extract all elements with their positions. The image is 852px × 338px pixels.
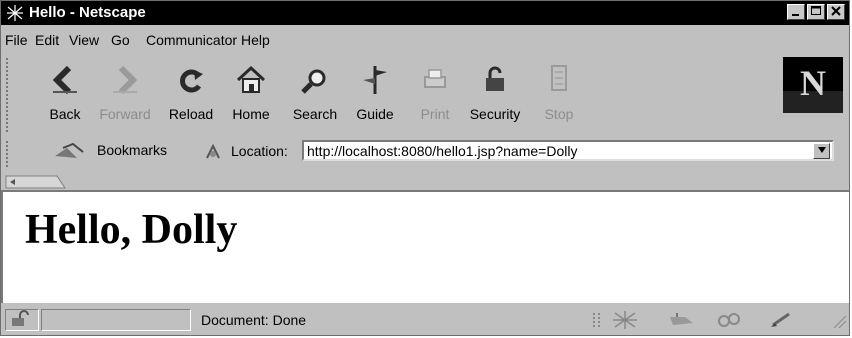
netscape-n-icon: N (783, 63, 843, 113)
print-icon (424, 69, 446, 88)
browser-window: Hello - Netscape File Edit View Go Commu… (0, 0, 850, 336)
unlocked-icon (12, 310, 29, 326)
stop-label: Stop (544, 106, 574, 122)
navigation-toolbar: Back Forward Reload Home Search Guide Pr… (1, 54, 849, 136)
menu-communicator[interactable]: Communicator (146, 32, 237, 48)
minimize-button[interactable] (787, 4, 805, 20)
reload-icon (180, 69, 203, 93)
menu-bar: File Edit View Go Communicator Help (1, 27, 849, 53)
netscape-app-icon (7, 5, 23, 21)
home-button[interactable]: Home (221, 58, 281, 130)
back-arrow-icon (52, 65, 77, 95)
window-title: Hello - Netscape (29, 4, 146, 21)
svg-text:N: N (800, 63, 826, 103)
bookmarks-button[interactable]: Bookmarks (97, 142, 167, 158)
title-bar[interactable]: Hello - Netscape (1, 1, 849, 25)
menu-help[interactable]: Help (241, 32, 270, 48)
location-grip[interactable] (6, 141, 14, 167)
back-button[interactable]: Back (35, 58, 95, 130)
menu-go[interactable]: Go (111, 32, 130, 48)
search-label: Search (292, 106, 338, 122)
close-icon (831, 6, 841, 16)
page-heading: Hello, Dolly (25, 207, 238, 253)
mail-icon[interactable] (667, 311, 697, 329)
back-label: Back (49, 106, 81, 122)
search-icon (301, 69, 326, 94)
menu-file[interactable]: File (5, 32, 28, 48)
chevron-down-icon (817, 147, 826, 153)
security-label: Security (469, 106, 521, 122)
guide-icon (363, 66, 387, 94)
stop-button[interactable]: Stop (529, 58, 589, 130)
print-button[interactable]: Print (405, 58, 465, 130)
page-content: Hello, Dolly (1, 190, 849, 303)
maximize-icon (811, 6, 821, 15)
resize-grip-icon[interactable] (831, 313, 847, 329)
minimize-icon (792, 14, 799, 16)
menu-view[interactable]: View (69, 32, 99, 48)
security-indicator[interactable] (5, 309, 39, 331)
menu-edit[interactable]: Edit (35, 32, 59, 48)
status-bar: Document: Done (1, 306, 849, 335)
home-label: Home (232, 106, 270, 122)
toolbar-grip[interactable] (6, 58, 14, 132)
forward-button[interactable]: Forward (95, 58, 155, 130)
component-bar (589, 309, 849, 331)
forward-label: Forward (99, 106, 151, 122)
grip-icon (593, 313, 600, 327)
url-dropdown-button[interactable] (813, 143, 830, 159)
search-button[interactable]: Search (285, 58, 345, 130)
composer-icon[interactable] (767, 311, 797, 329)
toolbar-collapse-tab[interactable] (5, 174, 67, 189)
status-text: Document: Done (201, 312, 307, 328)
url-text: http://localhost:8080/hello1.jsp?name=Do… (307, 143, 578, 159)
print-label: Print (420, 106, 450, 122)
guide-label: Guide (356, 106, 394, 122)
navigator-icon[interactable] (611, 310, 639, 330)
security-button[interactable]: Security (465, 58, 525, 130)
forward-arrow-icon (113, 65, 138, 95)
stop-icon (551, 65, 567, 91)
reload-label: Reload (168, 106, 214, 122)
progress-bar (41, 309, 191, 331)
reload-button[interactable]: Reload (161, 58, 221, 130)
page-proxy-icon[interactable] (203, 142, 223, 162)
home-icon (236, 65, 266, 93)
lock-icon (486, 66, 504, 91)
close-button[interactable] (827, 4, 845, 20)
maximize-button[interactable] (807, 4, 825, 20)
bookmarks-icon (55, 142, 84, 158)
location-label: Location: (231, 143, 288, 159)
netscape-logo[interactable]: N (783, 57, 843, 113)
discussions-icon[interactable] (715, 311, 745, 329)
guide-button[interactable]: Guide (345, 58, 405, 130)
location-toolbar: Bookmarks Location: http://localhost:808… (1, 138, 849, 172)
url-field[interactable]: http://localhost:8080/hello1.jsp?name=Do… (302, 140, 834, 161)
